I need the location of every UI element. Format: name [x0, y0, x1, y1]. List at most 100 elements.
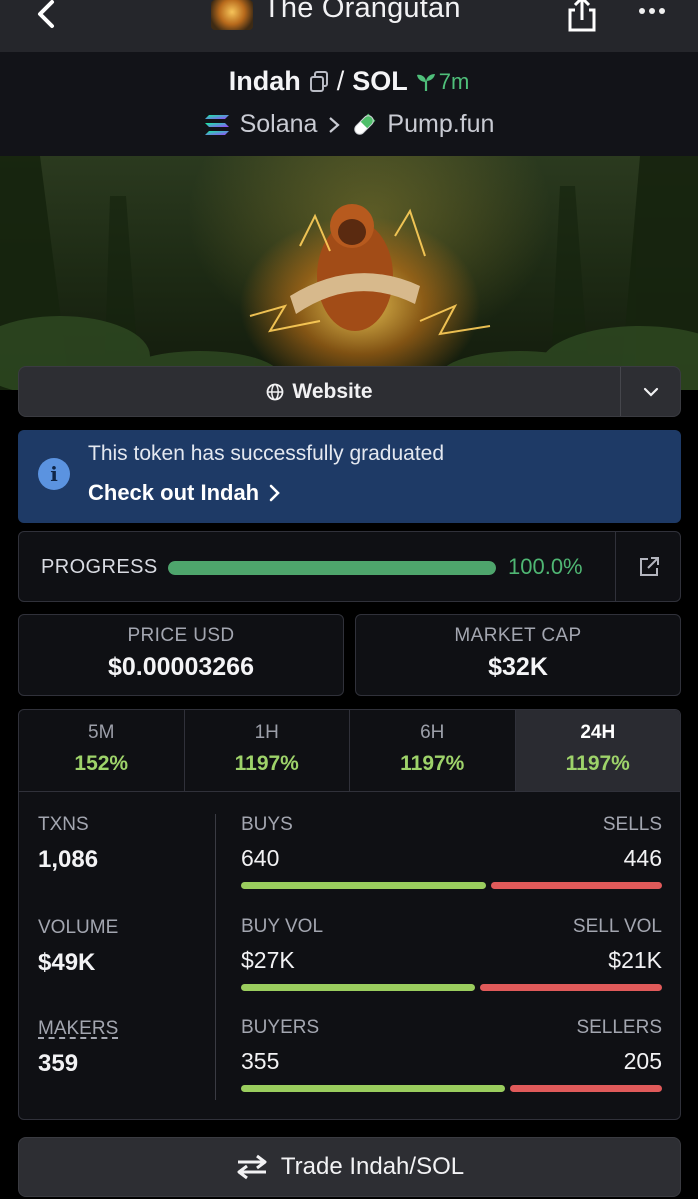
buyers-ratio-bar — [241, 1085, 662, 1092]
links-dropdown-button[interactable] — [620, 367, 680, 416]
chain-link[interactable]: Solana — [240, 110, 318, 139]
buyers-bar — [241, 1085, 505, 1092]
buyers-label: BUYERS — [241, 1017, 320, 1038]
trade-label: Trade Indah/SOL — [280, 1153, 465, 1180]
volume-split-row: BUY VOL SELL VOL $27K $21K — [241, 916, 662, 1006]
share-button[interactable] — [563, 0, 601, 34]
globe-icon — [267, 383, 284, 400]
column-divider — [215, 814, 216, 1100]
tab-6h[interactable]: 6H 1197% — [350, 710, 516, 791]
tab-change: 1197% — [565, 752, 630, 775]
progress-bar — [168, 561, 496, 575]
makers-metric: MAKERS 359 — [38, 1018, 208, 1078]
makers-label[interactable]: MAKERS — [38, 1018, 208, 1040]
price-usd-value: $0.00003266 — [108, 653, 254, 681]
price-usd-card: PRICE USD $0.00003266 — [18, 614, 344, 696]
sprout-icon — [416, 73, 435, 91]
chevron-right-icon — [269, 484, 280, 502]
volume-ratio-bar — [241, 984, 662, 991]
market-cap-value: $32K — [488, 653, 548, 681]
pair-header: Indah / SOL 7m Solana Pump.fun — [0, 52, 698, 156]
pair-base[interactable]: Indah — [229, 66, 301, 97]
price-usd-label: PRICE USD — [127, 625, 235, 646]
volume-label: VOLUME — [38, 917, 119, 938]
sell-vol-label: SELL VOL — [572, 916, 662, 937]
pair-separator: / — [336, 66, 345, 96]
tab-change: 1197% — [400, 752, 465, 775]
token-logo — [211, 0, 253, 30]
buys-value: 640 — [241, 845, 280, 871]
pair-age: 7m — [416, 68, 470, 95]
timeframe-stats-card: 5M 152% 1H 1197% 6H 1197% 24H 1197% TXNS… — [18, 709, 681, 1120]
pair-breadcrumb: Solana Pump.fun — [0, 110, 698, 139]
sells-value: 446 — [623, 845, 662, 871]
buys-sells-row: BUYS SELLS 640 446 — [241, 814, 662, 904]
check-out-label: Check out Indah — [88, 480, 260, 505]
buy-vol-label: BUY VOL — [241, 916, 324, 937]
progress-label: PROGRESS — [41, 556, 158, 578]
back-button[interactable] — [26, 0, 66, 34]
tab-24h[interactable]: 24H 1197% — [515, 710, 680, 791]
progress-value: 100.0% — [508, 554, 583, 579]
website-button[interactable]: Website — [19, 367, 620, 416]
sells-label: SELLS — [602, 814, 662, 835]
tab-5m[interactable]: 5M 152% — [19, 710, 185, 791]
buys-label: BUYS — [241, 814, 293, 835]
trade-button[interactable]: Trade Indah/SOL — [18, 1137, 681, 1197]
buys-sells-ratio-bar — [241, 882, 662, 889]
website-label: Website — [292, 379, 373, 403]
copy-icon[interactable] — [309, 70, 329, 93]
txns-value: 1,086 — [38, 846, 99, 873]
more-dot — [649, 8, 655, 14]
buys-bar — [241, 882, 486, 889]
token-banner-image — [0, 156, 698, 390]
tab-change: 152% — [74, 752, 129, 775]
txns-label: TXNS — [38, 814, 89, 835]
sell-vol-bar — [480, 984, 662, 991]
app-header: The Orangutan — [0, 0, 698, 52]
chevron-down-icon — [643, 387, 658, 397]
sellers-value: 205 — [623, 1048, 662, 1074]
bonding-progress: PROGRESS 100.0% — [18, 531, 681, 602]
sellers-label: SELLERS — [576, 1017, 662, 1038]
pill-icon — [354, 113, 376, 135]
external-link-icon — [639, 556, 659, 576]
volume-metric: VOLUME $49K — [38, 917, 208, 977]
pair-title: Indah / SOL 7m — [0, 66, 698, 97]
volume-value: $49K — [38, 949, 96, 976]
sells-bar — [490, 882, 662, 889]
buyers-sellers-row: BUYERS SELLERS 355 205 — [241, 1017, 662, 1107]
tab-label: 6H — [420, 722, 445, 743]
market-cap-card: MARKET CAP $32K — [355, 614, 681, 696]
swap-arrows-icon — [237, 1154, 267, 1180]
page-title: The Orangutan — [263, 0, 461, 24]
tab-1h[interactable]: 1H 1197% — [185, 710, 350, 791]
solana-icon — [204, 114, 229, 135]
more-button[interactable] — [630, 0, 674, 26]
timeframe-tabs: 5M 152% 1H 1197% 6H 1197% 24H 1197% — [19, 710, 680, 792]
buyers-value: 355 — [241, 1048, 280, 1074]
notice-text: This token has successfully graduated — [88, 442, 445, 465]
makers-value: 359 — [38, 1050, 79, 1077]
more-horizontal-icon — [639, 8, 645, 14]
tab-label: 1H — [254, 722, 279, 743]
orangutan-artwork — [0, 156, 698, 390]
pair-quote: SOL — [352, 66, 408, 96]
buy-vol-value: $27K — [241, 947, 295, 973]
dex-link[interactable]: Pump.fun — [387, 110, 494, 139]
info-icon: i — [38, 458, 70, 490]
sell-vol-value: $21K — [608, 947, 662, 973]
website-row: Website — [18, 366, 681, 417]
tab-label: 5M — [88, 722, 115, 743]
chevron-right-icon — [329, 116, 341, 133]
open-external-button[interactable] — [615, 532, 681, 601]
sellers-bar — [509, 1085, 662, 1092]
chevron-left-icon — [38, 0, 54, 28]
tab-change: 1197% — [234, 752, 299, 775]
tab-label: 24H — [580, 722, 616, 743]
market-cap-label: MARKET CAP — [454, 625, 582, 646]
txns-metric: TXNS 1,086 — [38, 814, 208, 874]
pair-age-value: 7m — [438, 68, 470, 94]
graduated-notice: i This token has successfully graduated … — [18, 430, 681, 523]
check-out-link[interactable]: Check out Indah — [88, 480, 281, 506]
